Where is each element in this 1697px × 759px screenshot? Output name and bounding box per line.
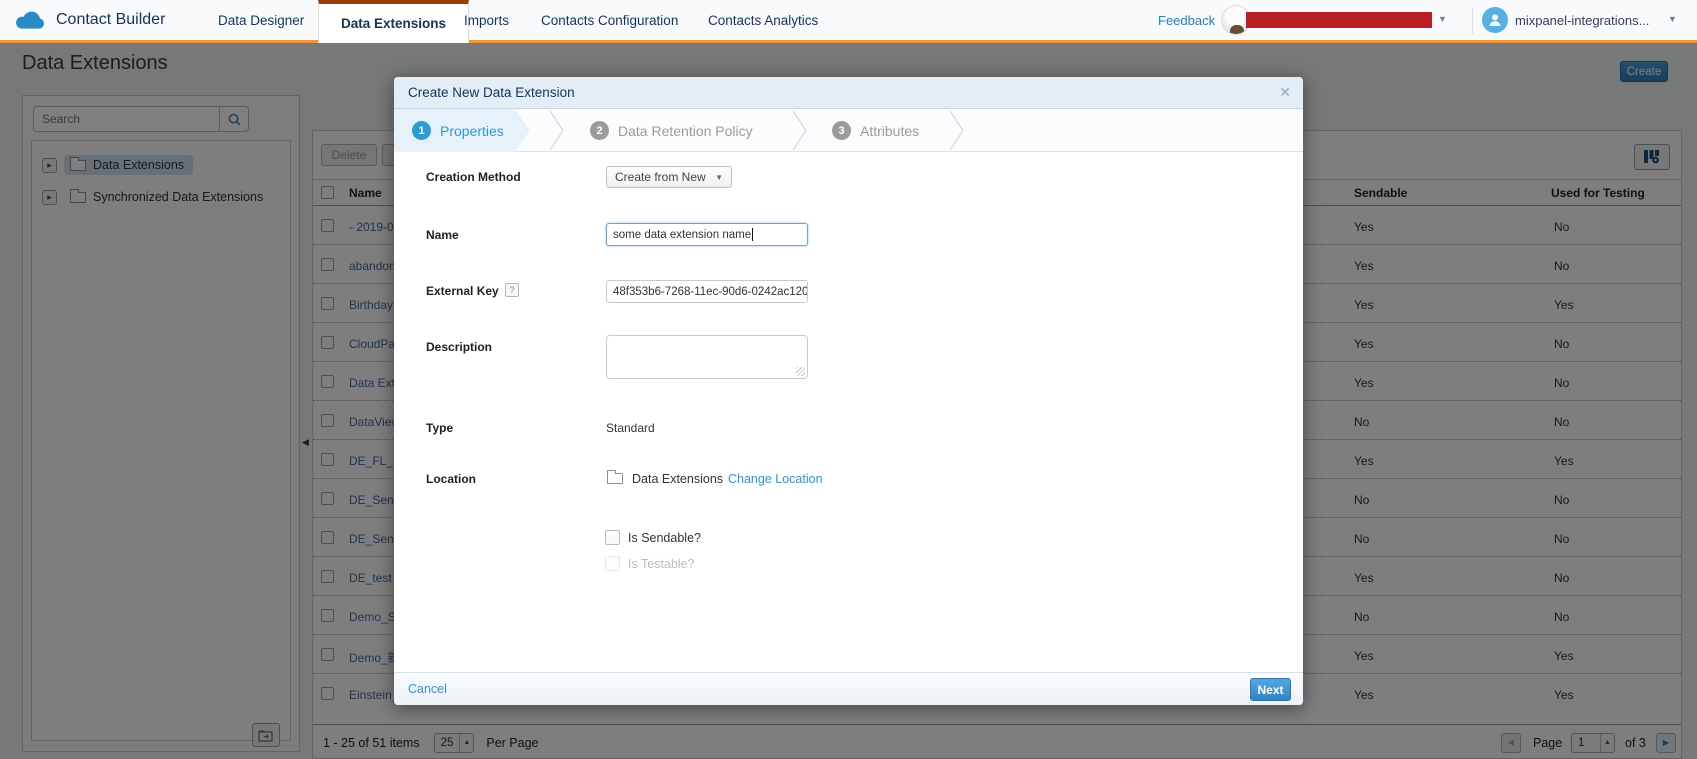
name-input-value: some data extension name xyxy=(613,229,751,241)
person-icon xyxy=(1487,12,1503,28)
nav-divider xyxy=(1472,8,1473,34)
step-chevron-icon xyxy=(949,111,965,150)
top-navbar: Contact Builder Data Designer Data Exten… xyxy=(0,0,1697,43)
step-chevron-icon xyxy=(549,111,565,150)
step-label: Properties xyxy=(440,123,504,139)
external-key-value: 48f353b6-7268-11ec-90d6-0242ac1200 xyxy=(613,286,808,298)
nav-item-data-extensions[interactable]: Data Extensions xyxy=(318,0,469,43)
creation-method-dropdown[interactable]: Create from New ▼ xyxy=(606,166,732,188)
feedback-link[interactable]: Feedback xyxy=(1158,0,1215,40)
app-brand[interactable]: Contact Builder xyxy=(14,0,165,40)
wizard-steps: 1 Properties 2 Data Retention Policy 3 A… xyxy=(394,109,1303,152)
description-textarea[interactable] xyxy=(606,335,808,379)
nav-item-contacts-analytics[interactable]: Contacts Analytics xyxy=(708,0,818,40)
modal-title: Create New Data Extension xyxy=(408,85,575,100)
account-chevron-down-icon[interactable]: ▼ xyxy=(1668,14,1677,24)
brand-title: Contact Builder xyxy=(56,11,165,29)
location-value: Data Extensions xyxy=(632,472,723,486)
name-input[interactable]: some data extension name xyxy=(606,223,808,246)
external-key-input[interactable]: 48f353b6-7268-11ec-90d6-0242ac1200 xyxy=(606,280,808,303)
creation-method-value: Create from New xyxy=(615,170,706,184)
change-location-link[interactable]: Change Location xyxy=(728,472,823,486)
is-sendable-checkbox[interactable] xyxy=(605,530,620,545)
account-name[interactable]: mixpanel-integrations... xyxy=(1515,0,1649,40)
step-label: Attributes xyxy=(860,123,919,139)
redacted-account-block[interactable] xyxy=(1246,12,1432,28)
step-label: Data Retention Policy xyxy=(618,123,753,139)
text-cursor xyxy=(752,228,753,241)
folder-icon xyxy=(607,473,623,484)
close-icon[interactable]: ✕ xyxy=(1279,84,1291,101)
chevron-down-icon: ▼ xyxy=(715,173,723,182)
step-attributes[interactable]: 3 Attributes xyxy=(814,109,945,152)
type-value: Standard xyxy=(606,421,655,435)
name-label: Name xyxy=(426,228,586,242)
nav-item-data-designer[interactable]: Data Designer xyxy=(218,0,304,40)
help-icon[interactable]: ? xyxy=(505,283,519,297)
resize-handle-icon[interactable] xyxy=(796,367,805,376)
creation-method-label: Creation Method xyxy=(426,170,586,184)
is-testable-label: Is Testable? xyxy=(628,557,694,571)
nav-item-contacts-configuration[interactable]: Contacts Configuration xyxy=(541,0,678,40)
step-properties[interactable]: 1 Properties xyxy=(394,109,530,152)
type-label: Type xyxy=(426,421,586,435)
step-data-retention-policy[interactable]: 2 Data Retention Policy xyxy=(572,109,779,152)
user-avatar[interactable] xyxy=(1482,7,1508,33)
cloud-logo-icon xyxy=(14,9,46,31)
chevron-down-icon[interactable]: ▼ xyxy=(1438,14,1447,24)
description-label: Description xyxy=(426,340,586,354)
create-data-extension-modal: Create New Data Extension ✕ 1 Properties… xyxy=(394,77,1303,705)
step-number: 2 xyxy=(590,121,609,140)
cancel-link[interactable]: Cancel xyxy=(408,682,447,696)
modal-header: Create New Data Extension ✕ xyxy=(394,77,1303,109)
step-chevron-icon xyxy=(792,111,808,150)
is-sendable-label: Is Sendable? xyxy=(628,531,701,545)
is-testable-checkbox xyxy=(605,556,620,571)
location-label: Location xyxy=(426,472,586,486)
step-number: 1 xyxy=(412,121,431,140)
app-root: Contact Builder Data Designer Data Exten… xyxy=(0,0,1697,759)
next-button[interactable]: Next xyxy=(1250,678,1291,701)
modal-footer: Cancel Next xyxy=(394,672,1303,705)
step-number: 3 xyxy=(832,121,851,140)
nav-item-imports[interactable]: Imports xyxy=(464,0,509,40)
